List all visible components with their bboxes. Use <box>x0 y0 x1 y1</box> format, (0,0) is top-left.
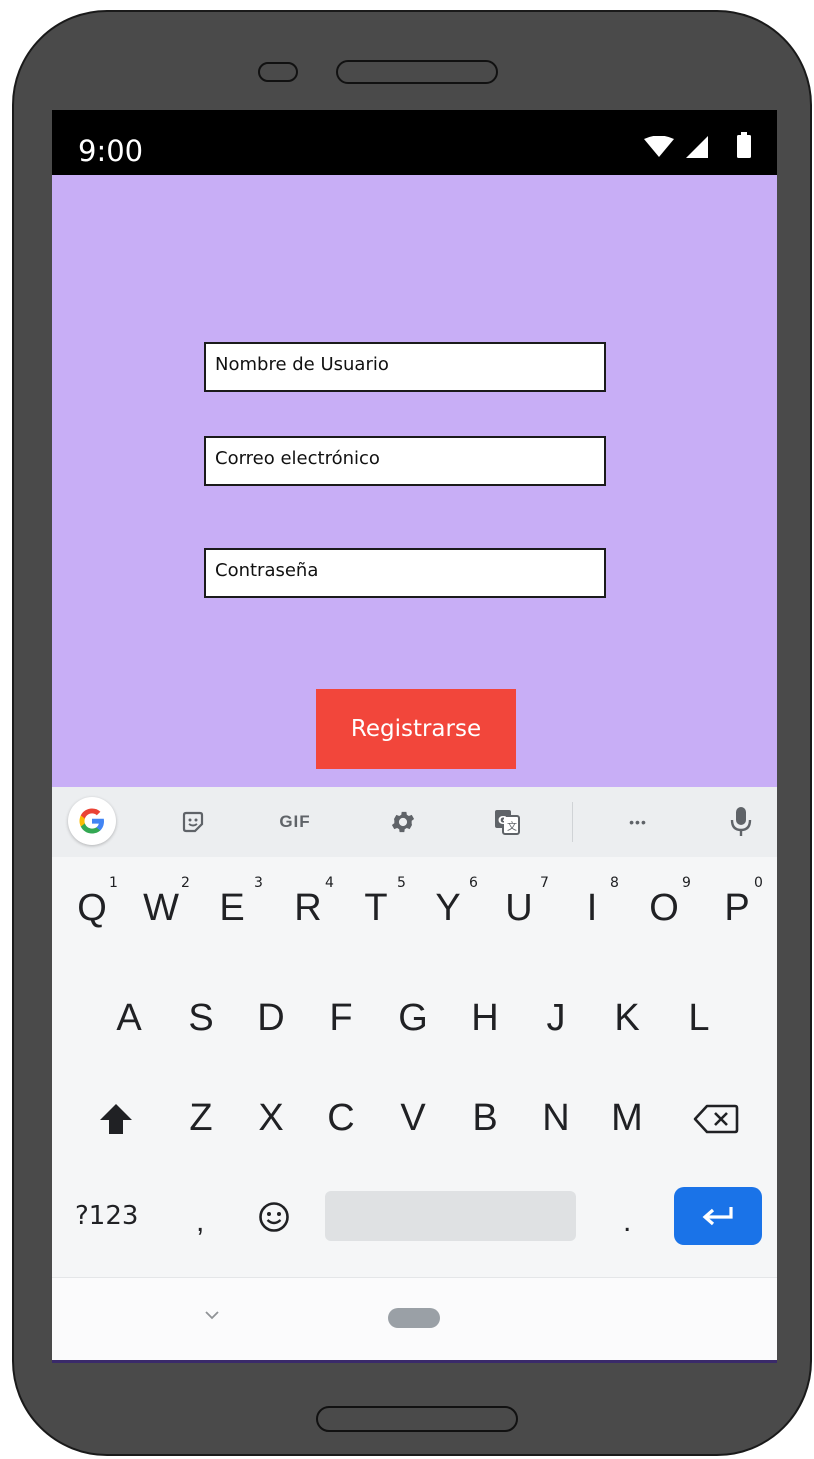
wifi-icon <box>644 136 674 157</box>
key-v[interactable]: V <box>383 1097 443 1140</box>
password-input[interactable]: Contraseña <box>204 548 606 598</box>
enter-icon <box>702 1207 733 1226</box>
key-o[interactable]: O <box>634 887 694 930</box>
emoji-key[interactable] <box>258 1201 290 1233</box>
key-j[interactable]: J <box>526 997 586 1040</box>
key-w-hint: 2 <box>181 875 190 891</box>
key-h[interactable]: H <box>455 997 515 1040</box>
shift-icon <box>100 1104 132 1134</box>
screen-edge <box>52 1360 777 1363</box>
key-a[interactable]: A <box>99 997 159 1040</box>
battery-icon <box>737 132 751 158</box>
home-button[interactable] <box>388 1308 440 1328</box>
key-l[interactable]: L <box>669 997 729 1040</box>
front-camera <box>258 62 298 82</box>
key-u[interactable]: U <box>489 887 549 930</box>
key-o-hint: 9 <box>682 875 691 891</box>
key-i[interactable]: I <box>562 887 622 930</box>
svg-text:文: 文 <box>507 820 517 833</box>
sticker-icon <box>182 811 204 833</box>
key-x[interactable]: X <box>241 1097 301 1140</box>
key-p-hint: 0 <box>754 875 763 891</box>
key-r[interactable]: R <box>278 887 338 930</box>
space-bar[interactable] <box>325 1191 576 1241</box>
key-q-hint: 1 <box>109 875 118 891</box>
more-options-button[interactable]: ••• <box>618 805 658 839</box>
translate-button[interactable]: G 文 <box>490 805 524 839</box>
chevron-down-icon <box>205 1311 219 1320</box>
register-button[interactable]: Registrarse <box>316 689 516 769</box>
key-e[interactable]: E <box>202 887 262 930</box>
sticker-button[interactable] <box>176 805 210 839</box>
voice-input-button[interactable] <box>726 805 756 839</box>
signal-icon <box>686 136 708 158</box>
key-s[interactable]: S <box>171 997 231 1040</box>
key-k[interactable]: K <box>597 997 657 1040</box>
navigation-bar <box>52 1277 777 1361</box>
soft-keyboard: GIF G 文 ••• Q 1 W 2 E 3 R 4 T 5 Y 6 U 7 … <box>52 787 777 1277</box>
status-bar: 9:00 <box>52 110 777 175</box>
key-t[interactable]: T <box>346 887 406 930</box>
status-time: 9:00 <box>78 134 144 168</box>
keyboard-toolbar: GIF G 文 ••• <box>52 787 777 857</box>
key-c[interactable]: C <box>311 1097 371 1140</box>
svg-text:G: G <box>498 814 507 827</box>
key-q[interactable]: Q <box>62 887 122 930</box>
numbers-key[interactable]: ?123 <box>75 1201 138 1231</box>
period-key[interactable]: . <box>623 1205 631 1239</box>
shift-key[interactable] <box>98 1102 138 1142</box>
settings-button[interactable] <box>386 805 420 839</box>
key-t-hint: 5 <box>397 875 406 891</box>
gif-button[interactable]: GIF <box>270 805 320 839</box>
key-e-hint: 3 <box>254 875 263 891</box>
email-input[interactable]: Correo electrónico <box>204 436 606 486</box>
google-icon <box>79 808 104 834</box>
key-w[interactable]: W <box>131 887 191 930</box>
comma-key[interactable]: , <box>196 1205 204 1239</box>
gear-icon <box>391 811 415 833</box>
key-d[interactable]: D <box>241 997 301 1040</box>
key-i-hint: 8 <box>610 875 619 891</box>
translate-icon: G 文 <box>495 810 520 835</box>
key-u-hint: 7 <box>540 875 549 891</box>
microphone-icon <box>730 807 752 836</box>
key-y-hint: 6 <box>469 875 478 891</box>
bottom-speaker <box>316 1406 518 1432</box>
key-z[interactable]: Z <box>171 1097 231 1140</box>
hide-keyboard-button[interactable] <box>202 1308 226 1328</box>
emoji-icon <box>259 1202 289 1232</box>
backspace-icon <box>693 1104 739 1134</box>
key-b[interactable]: B <box>455 1097 515 1140</box>
earpiece-speaker <box>336 60 498 84</box>
key-y[interactable]: Y <box>418 887 478 930</box>
toolbar-divider <box>572 802 573 842</box>
key-f[interactable]: F <box>311 997 371 1040</box>
registration-screen: Nombre de Usuario Correo electrónico Con… <box>52 175 777 787</box>
google-search-button[interactable] <box>68 797 116 845</box>
enter-key[interactable] <box>674 1187 762 1245</box>
key-p[interactable]: P <box>707 887 767 930</box>
key-n[interactable]: N <box>526 1097 586 1140</box>
key-g[interactable]: G <box>383 997 443 1040</box>
username-input[interactable]: Nombre de Usuario <box>204 342 606 392</box>
key-r-hint: 4 <box>325 875 334 891</box>
backspace-key[interactable] <box>693 1103 741 1139</box>
key-m[interactable]: M <box>597 1097 657 1140</box>
